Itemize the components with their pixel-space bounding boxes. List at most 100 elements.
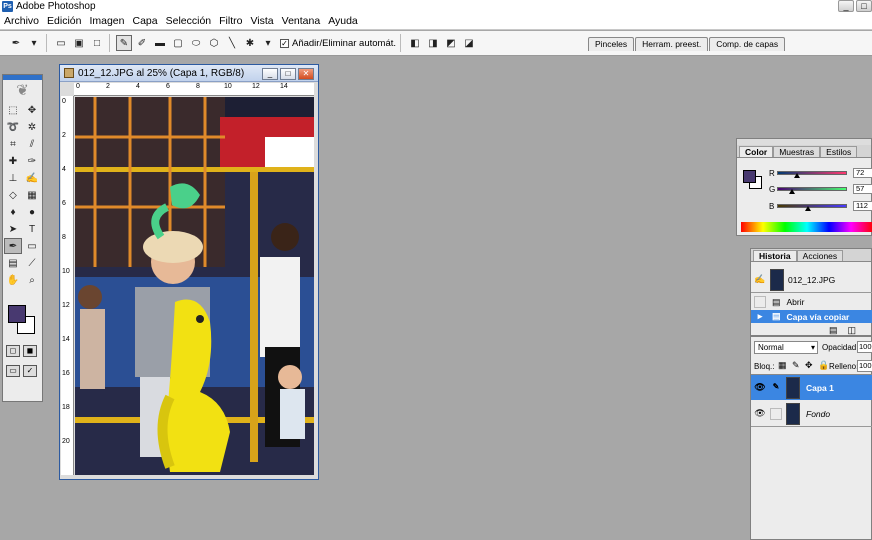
layer-name[interactable]: Fondo: [806, 409, 830, 419]
history-item-selected[interactable]: ▸ ▤ Capa vía copiar: [751, 310, 872, 323]
color-spectrum-bar[interactable]: [741, 222, 872, 232]
freeform-pen-icon[interactable]: ✐: [134, 35, 150, 51]
tab-color[interactable]: Color: [739, 146, 774, 157]
brush-tool-icon[interactable]: ✑: [23, 153, 41, 169]
paths-icon[interactable]: ▣: [71, 35, 87, 51]
clone-stamp-tool-icon[interactable]: ⊥: [4, 170, 22, 186]
polygon-icon[interactable]: ⬡: [206, 35, 222, 51]
subtract-path-icon[interactable]: ◨: [425, 35, 441, 51]
shape-layers-icon[interactable]: ▭: [53, 35, 69, 51]
channel-r-value[interactable]: 72: [853, 168, 872, 178]
lock-all-icon[interactable]: 🔒: [818, 360, 829, 371]
shape-dropdown-icon[interactable]: ▾: [260, 35, 276, 51]
lock-pixels-icon[interactable]: ✎: [792, 360, 800, 371]
eraser-tool-icon[interactable]: ◇: [4, 187, 22, 203]
menu-edicion[interactable]: Edición: [43, 15, 85, 27]
screen-mode-icon[interactable]: ▭: [6, 365, 20, 377]
doc-close-button[interactable]: ✕: [298, 68, 314, 80]
blend-mode-select[interactable]: Normal ▾: [754, 341, 818, 354]
jump-to-imageready-icon[interactable]: ✓: [23, 365, 37, 377]
menu-capa[interactable]: Capa: [129, 15, 162, 27]
menu-archivo[interactable]: Archivo: [0, 15, 43, 27]
standard-mode-icon[interactable]: ◻: [6, 345, 20, 357]
menu-ayuda[interactable]: Ayuda: [324, 15, 362, 27]
tab-acciones[interactable]: Acciones: [796, 250, 844, 261]
exclude-path-icon[interactable]: ◪: [461, 35, 477, 51]
well-tab-comp-capas[interactable]: Comp. de capas: [709, 37, 786, 51]
channel-g-knob[interactable]: [789, 189, 796, 194]
history-snapshot[interactable]: ✍ 012_12.JPG: [751, 267, 872, 293]
menu-filtro[interactable]: Filtro: [215, 15, 246, 27]
channel-b-knob[interactable]: [804, 206, 811, 211]
layer-link-checkbox[interactable]: [770, 407, 782, 420]
doc-maximize-button[interactable]: □: [280, 68, 296, 80]
lock-transparency-icon[interactable]: ▦: [778, 360, 787, 371]
well-tab-herram-preest[interactable]: Herram. preest.: [635, 37, 709, 51]
shape-tool-icon[interactable]: ▭: [23, 238, 41, 254]
new-document-icon[interactable]: ▤: [829, 325, 838, 336]
channel-b-value[interactable]: 112: [853, 201, 872, 211]
quick-mask-mode-icon[interactable]: ◼: [23, 345, 37, 357]
history-brush-source-icon[interactable]: ✍: [754, 274, 766, 286]
tab-estilos[interactable]: Estilos: [820, 146, 858, 157]
minimize-button[interactable]: _: [838, 0, 854, 12]
rectangle-icon[interactable]: ▬: [152, 35, 168, 51]
tab-historia[interactable]: Historia: [753, 250, 797, 261]
visibility-eye-icon[interactable]: 👁: [754, 408, 766, 420]
pen-tool-preset-icon[interactable]: ✒: [8, 35, 24, 51]
hand-tool-icon[interactable]: ✋: [4, 272, 22, 288]
document-title-bar[interactable]: 012_12.JPG al 25% (Capa 1, RGB/8) _ □ ✕: [60, 65, 318, 82]
ellipse-icon[interactable]: ⬭: [188, 35, 204, 51]
image-canvas[interactable]: [75, 97, 314, 475]
pen-tool-icon[interactable]: ✒: [4, 238, 22, 254]
tab-muestras[interactable]: Muestras: [773, 146, 821, 157]
channel-g-value[interactable]: 57: [853, 184, 872, 194]
channel-g-slider[interactable]: [777, 187, 847, 191]
healing-brush-tool-icon[interactable]: ✚: [4, 153, 22, 169]
channel-b-slider[interactable]: [777, 204, 847, 208]
move-tool-icon[interactable]: ✥: [23, 102, 41, 118]
zoom-tool-icon[interactable]: ⌕: [23, 272, 41, 288]
history-source-checkbox[interactable]: [754, 296, 766, 308]
fill-input[interactable]: 100: [857, 360, 872, 372]
lasso-tool-icon[interactable]: ➰: [4, 119, 22, 135]
menu-vista[interactable]: Vista: [246, 15, 277, 27]
fill-pixels-icon[interactable]: □: [89, 35, 105, 51]
visibility-eye-icon[interactable]: 👁: [754, 382, 766, 394]
layer-name[interactable]: Capa 1: [806, 383, 834, 393]
restore-button[interactable]: □: [856, 0, 872, 12]
foreground-color-swatch[interactable]: [8, 305, 26, 323]
history-item[interactable]: ▤ Abrir: [751, 295, 872, 309]
channel-r-slider[interactable]: [777, 171, 847, 175]
gradient-tool-icon[interactable]: ▦: [23, 187, 41, 203]
layer-brush-icon[interactable]: ✎: [770, 382, 782, 394]
custom-shape-icon[interactable]: ✱: [242, 35, 258, 51]
menu-seleccion[interactable]: Selección: [162, 15, 216, 27]
combine-path-icon[interactable]: ◧: [407, 35, 423, 51]
marquee-tool-icon[interactable]: ⬚: [4, 102, 22, 118]
channel-r-knob[interactable]: [793, 173, 800, 178]
dodge-tool-icon[interactable]: ●: [23, 204, 41, 220]
crop-tool-icon[interactable]: ⌗: [4, 136, 22, 152]
layer-row-fondo[interactable]: 👁 Fondo: [751, 401, 872, 427]
layer-row-capa-1[interactable]: 👁 ✎ Capa 1: [751, 374, 872, 400]
line-icon[interactable]: ╲: [224, 35, 240, 51]
type-tool-icon[interactable]: T: [23, 221, 41, 237]
intersect-path-icon[interactable]: ◩: [443, 35, 459, 51]
new-snapshot-icon[interactable]: ◫: [848, 325, 857, 336]
rounded-rectangle-icon[interactable]: ▢: [170, 35, 186, 51]
menu-imagen[interactable]: Imagen: [85, 15, 128, 27]
notes-tool-icon[interactable]: ▤: [4, 255, 22, 271]
menu-ventana[interactable]: Ventana: [278, 15, 325, 27]
pen-icon[interactable]: ✎: [116, 35, 132, 51]
blur-tool-icon[interactable]: ♦: [4, 204, 22, 220]
magic-wand-tool-icon[interactable]: ✲: [23, 119, 41, 135]
slice-tool-icon[interactable]: ⫽: [23, 136, 41, 152]
lock-position-icon[interactable]: ✥: [805, 360, 813, 371]
eyedropper-tool-icon[interactable]: ⟋: [23, 255, 41, 271]
history-brush-tool-icon[interactable]: ✍: [23, 170, 41, 186]
opacity-input[interactable]: 100: [857, 341, 872, 353]
path-selection-tool-icon[interactable]: ➤: [4, 221, 22, 237]
auto-add-delete-checkbox[interactable]: ✓: [280, 38, 289, 48]
doc-minimize-button[interactable]: _: [262, 68, 278, 80]
